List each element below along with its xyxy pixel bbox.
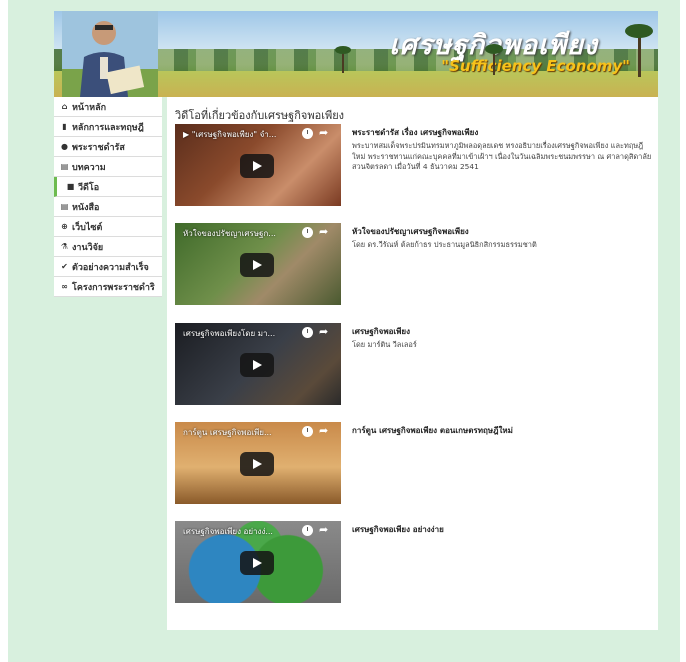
video-title[interactable]: พระราชดำรัส เรื่อง เศรษฐกิจพอเพียง	[352, 126, 652, 139]
sidebar-item-label: โครงการพระราชดำริ	[72, 282, 155, 293]
book-icon: ▤	[60, 202, 69, 211]
sidebar-item-1[interactable]: ▮ หลักการและทฤษฎี	[54, 117, 162, 137]
video-thumbnail-title: หัวใจของปรัชญาเศรษฐก...	[183, 229, 276, 238]
video-row: การ์ตูน เศรษฐกิจพอเพีย... ➦ การ์ตูน เศรษฐก…	[175, 422, 651, 504]
palm-tree-icon	[335, 46, 351, 73]
video-row: หัวใจของปรัชญาเศรษฐก... ➦ หัวใจของปรัชญาเศ…	[175, 223, 651, 305]
video-thumbnail[interactable]: การ์ตูน เศรษฐกิจพอเพีย... ➦	[175, 422, 341, 504]
map-icon: ▮	[62, 122, 67, 131]
palm-tree-icon	[625, 24, 653, 77]
header-banner: เศรษฐกิจพอเพียง "Sufficiency Economy"	[54, 11, 658, 97]
video-thumbnail[interactable]: เศรษฐกิจพอเพียงโดย มา... ➦	[175, 323, 341, 405]
sidebar-item-label: หน้าหลัก	[72, 102, 107, 113]
play-button[interactable]	[240, 353, 274, 377]
watch-later-icon[interactable]	[302, 426, 313, 437]
sidebar-item-5[interactable]: ▤ หนังสือ	[54, 197, 162, 217]
home-icon: ⌂	[61, 102, 68, 111]
play-button[interactable]	[240, 452, 274, 476]
video-title[interactable]: เศรษฐกิจพอเพียง อย่างง่าย	[352, 523, 652, 536]
video-title[interactable]: การ์ตูน เศรษฐกิจพอเพียง ตอนเกษตรทฤษฎีใหม…	[352, 424, 652, 437]
sidebar-item-label: ตัวอย่างความสำเร็จ	[72, 262, 149, 273]
speech-bubble-icon: ●	[61, 142, 68, 151]
video-title[interactable]: หัวใจของปรัชญาเศรษฐกิจพอเพียง	[352, 225, 652, 238]
video-thumbnail-title: เศรษฐกิจพอเพียง อย่างง่...	[183, 527, 273, 536]
video-thumbnail[interactable]: ▶ "เศรษฐกิจพอเพียง" จำ... ➦	[175, 124, 341, 206]
sidebar-item-4[interactable]: ■ วีดีโอ	[54, 177, 162, 197]
share-icon[interactable]: ➦	[319, 225, 328, 238]
sidebar-item-label: บทความ	[72, 162, 106, 173]
video-info: พระราชดำรัส เรื่อง เศรษฐกิจพอเพียงพระบาท…	[352, 126, 652, 173]
sidebar-item-8[interactable]: ✔ ตัวอย่างความสำเร็จ	[54, 257, 162, 277]
sidebar-nav: ⌂ หน้าหลัก ▮ หลักการและทฤษฎี ● พระราชดำรัส ▤ บท…	[54, 97, 162, 297]
sidebar-item-3[interactable]: ▤ บทความ	[54, 157, 162, 177]
file-icon: ▤	[60, 162, 69, 171]
king-portrait-image	[62, 11, 158, 97]
sidebar-item-label: หนังสือ	[72, 202, 100, 213]
video-info: หัวใจของปรัชญาเศรษฐกิจพอเพียงโดย ดร.วีรั…	[352, 225, 652, 251]
watch-later-icon[interactable]	[302, 327, 313, 338]
share-icon[interactable]: ➦	[319, 325, 328, 338]
palm-tree-icon	[485, 44, 503, 75]
video-thumbnail[interactable]: หัวใจของปรัชญาเศรษฐก... ➦	[175, 223, 341, 305]
globe-icon: ⊕	[61, 222, 68, 231]
play-button[interactable]	[240, 154, 274, 178]
video-info: เศรษฐกิจพอเพียง อย่างง่าย	[352, 523, 652, 538]
video-description: โดย มาร์ติน วีลเลอร์	[352, 340, 417, 349]
sidebar-item-0[interactable]: ⌂ หน้าหลัก	[54, 97, 162, 117]
sidebar-item-9[interactable]: ∞ โครงการพระราชดำริ	[54, 277, 162, 297]
video-thumbnail-title: การ์ตูน เศรษฐกิจพอเพีย...	[183, 428, 272, 437]
sidebar-item-label: วีดีโอ	[78, 182, 100, 193]
video-info: การ์ตูน เศรษฐกิจพอเพียง ตอนเกษตรทฤษฎีใหม…	[352, 424, 652, 439]
sidebar-item-label: เว็บไซต์	[72, 222, 103, 233]
video-thumbnail-title: ▶ "เศรษฐกิจพอเพียง" จำ...	[183, 130, 277, 139]
video-info: เศรษฐกิจพอเพียงโดย มาร์ติน วีลเลอร์	[352, 325, 652, 351]
watch-later-icon[interactable]	[302, 128, 313, 139]
video-row: เศรษฐกิจพอเพียง อย่างง่... ➦ เศรษฐกิจพอเพี…	[175, 521, 651, 603]
sidebar-item-label: พระราชดำรัส	[72, 142, 125, 153]
video-title[interactable]: เศรษฐกิจพอเพียง	[352, 325, 652, 338]
main-content: วิดีโอที่เกี่ยวข้องกับเศรษฐกิจพอเพียง ▶ …	[167, 97, 658, 630]
thumbs-up-icon: ✔	[61, 262, 68, 271]
video-thumbnail-title: เศรษฐกิจพอเพียงโดย มา...	[183, 329, 276, 338]
flask-icon: ⚗	[60, 242, 69, 251]
watch-later-icon[interactable]	[302, 227, 313, 238]
sidebar-item-7[interactable]: ⚗ งานวิจัย	[54, 237, 162, 257]
video-description: โดย ดร.วีรัณห์ ต้ลยก้าธร ประธานมูลนิธิกส…	[352, 240, 537, 249]
play-button[interactable]	[240, 253, 274, 277]
video-thumbnail[interactable]: เศรษฐกิจพอเพียง อย่างง่... ➦	[175, 521, 341, 603]
video-row: เศรษฐกิจพอเพียงโดย มา... ➦ เศรษฐกิจพอเพียง…	[175, 323, 651, 405]
sidebar-item-label: หลักการและทฤษฎี	[72, 122, 144, 133]
page-title: วิดีโอที่เกี่ยวข้องกับเศรษฐกิจพอเพียง	[175, 109, 345, 122]
video-row: ▶ "เศรษฐกิจพอเพียง" จำ... ➦ พระราชดำรัส เร…	[175, 124, 651, 206]
video-camera-icon: ■	[66, 182, 75, 191]
share-icon[interactable]: ➦	[319, 126, 328, 139]
video-description: พระบาทสมเด็จพระปรมินทรมหาภูมิพลอดุลยเดช …	[352, 141, 652, 171]
share-icon[interactable]: ➦	[319, 523, 328, 536]
banner-subtitle: "Sufficiency Economy"	[441, 57, 630, 75]
play-button[interactable]	[240, 551, 274, 575]
sidebar-item-6[interactable]: ⊕ เว็บไซต์	[54, 217, 162, 237]
sidebar-item-label: งานวิจัย	[72, 242, 104, 253]
link-icon: ∞	[61, 282, 68, 291]
sidebar-item-2[interactable]: ● พระราชดำรัส	[54, 137, 162, 157]
share-icon[interactable]: ➦	[319, 424, 328, 437]
watch-later-icon[interactable]	[302, 525, 313, 536]
